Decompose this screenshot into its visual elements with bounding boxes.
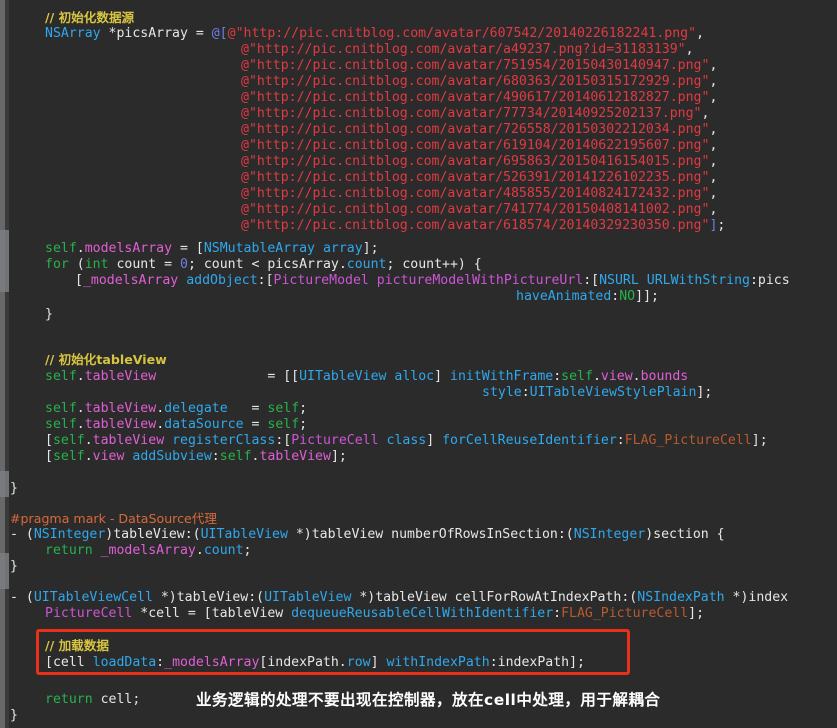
code-line: #pragma mark - DataSource代理 <box>10 511 217 526</box>
code-line: @"http://pic.cnitblog.com/avatar/485855/… <box>241 186 718 201</box>
code-line: [cell loadData:_modelsArray[indexPath.ro… <box>45 655 585 670</box>
code-editor[interactable]: // 初始化数据源 NSArray *picsArray = @[@"http:… <box>0 0 837 728</box>
code-line: @"http://pic.cnitblog.com/avatar/680363/… <box>241 74 718 89</box>
code-line: // 初始化数据源 <box>45 10 135 25</box>
code-line: @"http://pic.cnitblog.com/avatar/741774/… <box>241 202 718 217</box>
code-line: - (UITableViewCell *)tableView:(UITableV… <box>10 590 789 605</box>
code-line: return _modelsArray.count; <box>45 543 252 558</box>
code-line: @"http://pic.cnitblog.com/avatar/526391/… <box>241 170 718 185</box>
code-line: @"http://pic.cnitblog.com/avatar/726558/… <box>241 122 718 137</box>
code-line: } <box>10 559 18 574</box>
code-line: // 初始化tableView <box>45 352 167 367</box>
code-line: } <box>10 481 18 496</box>
code-line: @"http://pic.cnitblog.com/avatar/751954/… <box>241 58 718 73</box>
code-content[interactable]: // 初始化数据源 NSArray *picsArray = @[@"http:… <box>0 0 837 728</box>
code-line: @"http://pic.cnitblog.com/avatar/490617/… <box>241 90 718 105</box>
code-line: self.modelsArray = [NSMutableArray array… <box>45 241 379 256</box>
code-line: @"http://pic.cnitblog.com/avatar/619104/… <box>241 138 718 153</box>
code-line: [self.view addSubview:self.tableView]; <box>45 449 347 464</box>
code-line: haveAnimated:NO]]; <box>516 289 659 304</box>
code-line: @"http://pic.cnitblog.com/avatar/695863/… <box>241 154 718 169</box>
code-line: @"http://pic.cnitblog.com/avatar/77734/2… <box>241 106 710 121</box>
code-line: self.tableView.delegate = self; <box>45 401 308 416</box>
code-line: @"http://pic.cnitblog.com/avatar/a49237.… <box>241 42 694 57</box>
code-line: return cell; <box>45 692 141 707</box>
code-line: for (int count = 0; count < picsArray.co… <box>45 257 482 272</box>
code-line: style:UITableViewStylePlain]; <box>482 385 713 400</box>
annotation-text: 业务逻辑的处理不要出现在控制器，放在cell中处理，用于解耦合 <box>196 691 661 709</box>
fold-block[interactable] <box>0 230 9 292</box>
code-line: self.tableView.dataSource = self; <box>45 417 308 432</box>
code-line: [self.tableView registerClass:[PictureCe… <box>45 433 768 448</box>
code-line: @"http://pic.cnitblog.com/avatar/618574/… <box>241 218 726 233</box>
fold-block[interactable] <box>0 553 9 589</box>
code-line: PictureCell *cell = [tableView dequeueRe… <box>45 606 705 621</box>
code-line: // 加载数据 <box>45 638 109 653</box>
code-line: } <box>10 708 18 723</box>
code-line: - (NSInteger)tableView:(UITableView *)ta… <box>10 527 725 542</box>
code-line: self.tableView = [[UITableView alloc] in… <box>45 369 689 384</box>
code-line: } <box>45 307 53 322</box>
code-line: [_modelsArray addObject:[PictureModel pi… <box>75 273 790 288</box>
gutter-rail <box>0 0 5 728</box>
editor-gutter[interactable] <box>0 0 9 728</box>
fold-block[interactable] <box>0 471 9 497</box>
code-line: NSArray *picsArray = @[@"http://pic.cnit… <box>45 26 705 41</box>
